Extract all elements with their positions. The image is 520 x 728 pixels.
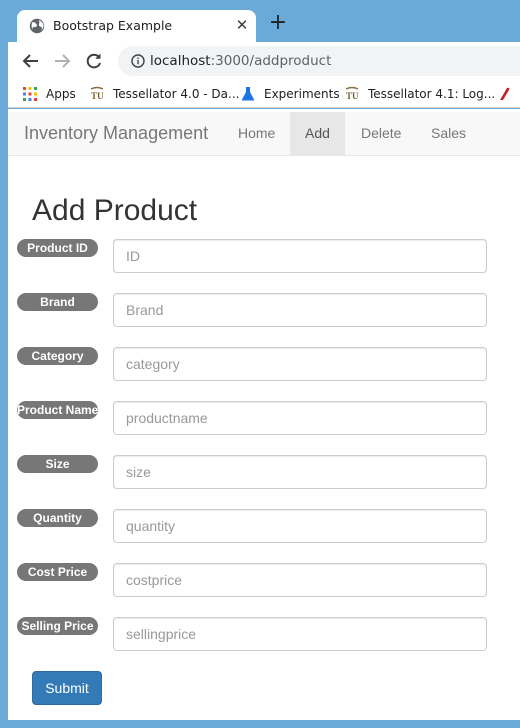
- url-host: localhost: [150, 53, 211, 69]
- field-label-badge: Cost Price: [17, 563, 98, 581]
- nav-item-home[interactable]: Home: [223, 112, 290, 155]
- field-label-badge: Size: [17, 455, 98, 473]
- bookmark-experiments[interactable]: Experiments: [240, 85, 340, 103]
- new-tab-button[interactable]: +: [267, 12, 289, 34]
- bookmark-tessellator-4-1[interactable]: TU Tessellator 4.1: Log...: [344, 85, 495, 103]
- form-row-quantity: Quantity: [8, 509, 520, 543]
- url-path: :3000/addproduct: [210, 53, 332, 69]
- svg-text:TU: TU: [346, 91, 359, 101]
- bookmark-label: Tessellator 4.0 - Da...: [113, 87, 240, 101]
- flask-icon: [241, 87, 255, 101]
- url-text[interactable]: localhost:3000/addproduct: [150, 53, 331, 69]
- browser-tab-strip: Bootstrap Example ✕ +: [0, 0, 520, 42]
- form-row-cost-price: Cost Price: [8, 563, 520, 597]
- nav-item-sales[interactable]: Sales: [416, 112, 481, 155]
- form-row-category: Category: [8, 347, 520, 381]
- navbar-brand[interactable]: Inventory Management: [24, 123, 208, 144]
- browser-tab[interactable]: Bootstrap Example ✕: [17, 10, 256, 42]
- nav-item-add[interactable]: Add: [290, 112, 345, 155]
- product-id-input[interactable]: [113, 239, 487, 273]
- browser-toolbar: localhost:3000/addproduct: [8, 42, 520, 80]
- info-icon[interactable]: [131, 54, 145, 68]
- form-row-product-name: Product Name: [8, 401, 520, 435]
- window-frame-left: [0, 42, 8, 728]
- bookmark-label: Apps: [46, 87, 76, 101]
- bookmarks-bar: Apps TU Tessellator 4.0 - Da... Experime…: [8, 80, 520, 108]
- address-bar[interactable]: localhost:3000/addproduct: [118, 46, 520, 76]
- field-label-badge: Category: [17, 347, 98, 365]
- bookmark-apps[interactable]: Apps: [22, 85, 76, 103]
- svg-text:TU: TU: [91, 91, 104, 101]
- apps-grid-icon: [23, 87, 37, 101]
- close-tab-icon[interactable]: ✕: [233, 16, 251, 34]
- brand-input[interactable]: [113, 293, 487, 327]
- form-row-brand: Brand: [8, 293, 520, 327]
- globe-icon: [29, 18, 45, 34]
- tessellator-icon: TU: [345, 86, 359, 101]
- product-name-input[interactable]: [113, 401, 487, 435]
- forward-arrow-icon[interactable]: [51, 50, 73, 72]
- page-title: Add Product: [32, 194, 198, 227]
- field-label-badge: Brand: [17, 293, 98, 311]
- bookmark-overflow[interactable]: [496, 85, 520, 103]
- form-row-size: Size: [8, 455, 520, 489]
- bookmark-tessellator-4-0[interactable]: TU Tessellator 4.0 - Da...: [89, 85, 239, 103]
- bookmark-label: Tessellator 4.1: Log...: [368, 87, 496, 101]
- tessellator-icon: TU: [90, 86, 104, 101]
- app-navbar: Inventory Management Home Add Delete Sal…: [8, 112, 520, 156]
- selling-price-input[interactable]: [113, 617, 487, 651]
- field-label-badge: Product ID: [17, 239, 98, 257]
- red-bookmark-icon: [500, 87, 510, 100]
- size-input[interactable]: [113, 455, 487, 489]
- field-label-badge: Selling Price: [17, 617, 98, 635]
- submit-button[interactable]: Submit: [32, 671, 102, 705]
- form-row-product-id: Product ID: [8, 239, 520, 273]
- quantity-input[interactable]: [113, 509, 487, 543]
- back-arrow-icon[interactable]: [20, 50, 42, 72]
- tab-title: Bootstrap Example: [53, 18, 173, 33]
- page-content: Inventory Management Home Add Delete Sal…: [8, 109, 520, 720]
- nav-item-delete[interactable]: Delete: [346, 112, 416, 155]
- bookmark-label: Experiments: [264, 87, 340, 101]
- cost-price-input[interactable]: [113, 563, 487, 597]
- field-label-badge: Product Name: [17, 401, 98, 419]
- reload-icon[interactable]: [83, 50, 105, 72]
- form-row-selling-price: Selling Price: [8, 617, 520, 651]
- category-input[interactable]: [113, 347, 487, 381]
- field-label-badge: Quantity: [17, 509, 98, 527]
- window-frame-bottom: [0, 720, 520, 728]
